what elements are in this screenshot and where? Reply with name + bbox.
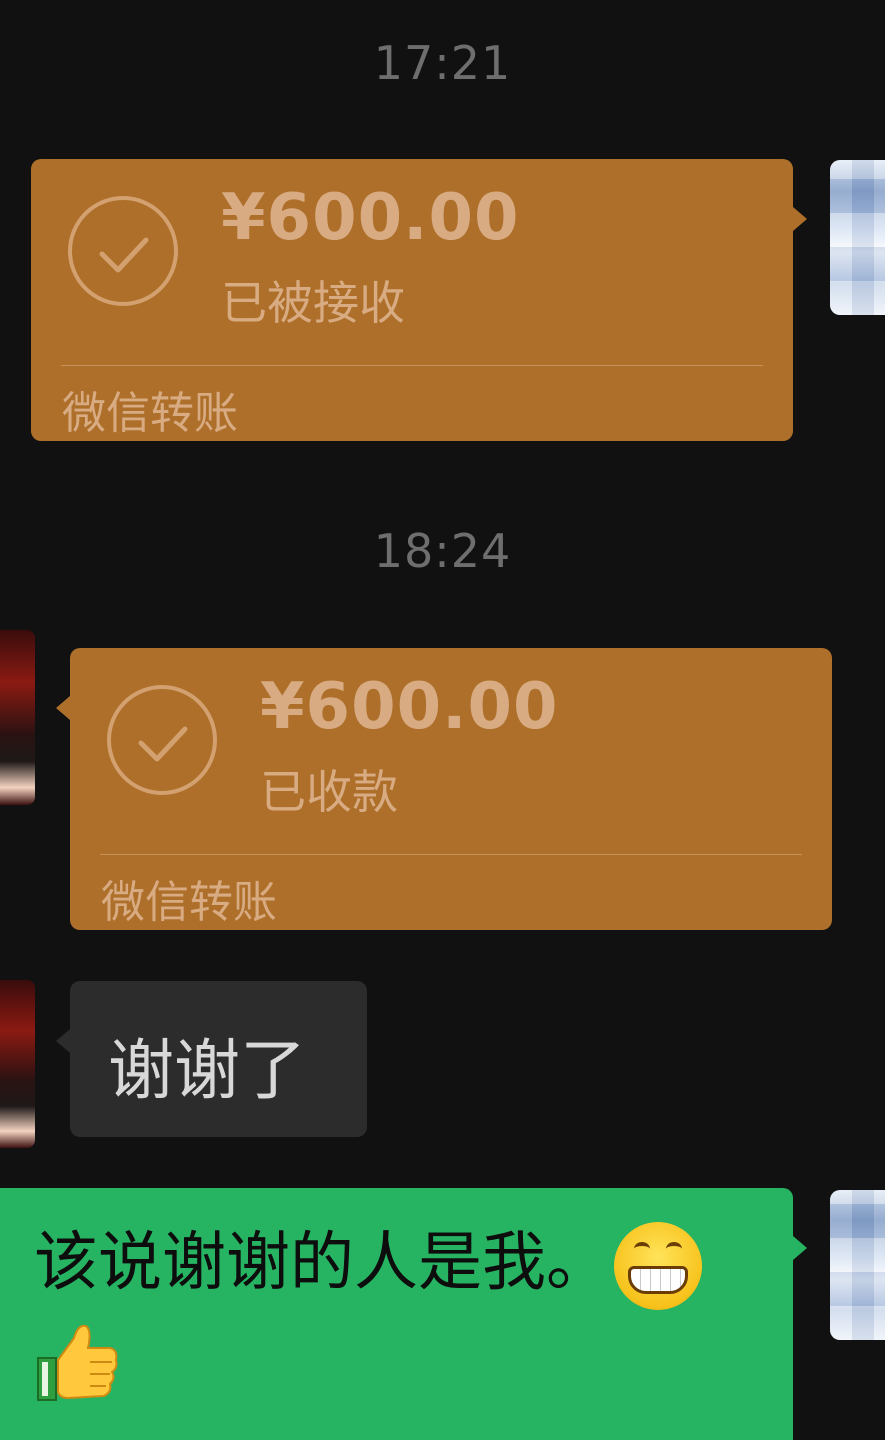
transfer-amount: ¥600.00 xyxy=(260,670,559,744)
transfer-label: 微信转账 xyxy=(62,388,238,439)
avatar-self[interactable] xyxy=(830,1190,885,1340)
avatar-contact[interactable] xyxy=(0,980,35,1148)
transfer-status: 已收款 xyxy=(260,765,398,819)
bubble-tail xyxy=(793,1236,807,1260)
check-circle-icon xyxy=(68,196,178,306)
grinning-face-icon xyxy=(614,1222,702,1311)
transfer-label: 微信转账 xyxy=(101,877,277,928)
message-text: 该说谢谢的人是我。 xyxy=(34,1226,610,1300)
timestamp: 18:24 xyxy=(373,524,512,578)
divider xyxy=(100,854,802,855)
message-bubble-received[interactable]: 谢谢了 xyxy=(70,981,367,1137)
bubble-tail xyxy=(56,696,70,720)
check-circle-icon xyxy=(107,685,217,795)
bubble-tail xyxy=(793,207,807,231)
timestamp: 17:21 xyxy=(373,36,512,90)
message-text: 谢谢了 xyxy=(108,1032,306,1109)
message-bubble-sent[interactable]: 该说谢谢的人是我。 xyxy=(0,1188,793,1440)
transfer-card-received[interactable]: ¥600.00 已收款 微信转账 xyxy=(70,648,832,930)
thumbs-up-icon xyxy=(34,1318,120,1404)
transfer-card-sent[interactable]: ¥600.00 已被接收 微信转账 xyxy=(31,159,793,441)
bubble-tail xyxy=(56,1029,70,1053)
transfer-amount: ¥600.00 xyxy=(221,181,520,255)
divider xyxy=(61,365,763,366)
avatar-contact[interactable] xyxy=(0,630,35,805)
transfer-status: 已被接收 xyxy=(221,276,405,330)
avatar-self[interactable] xyxy=(830,160,885,315)
